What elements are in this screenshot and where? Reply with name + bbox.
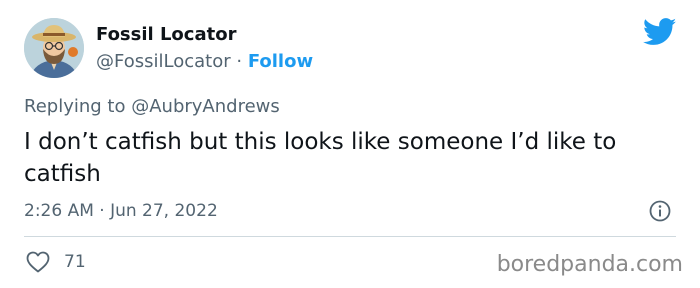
author-name[interactable]: Fossil Locator	[96, 24, 236, 45]
divider	[24, 236, 676, 237]
heart-icon[interactable]	[26, 251, 50, 273]
avatar[interactable]	[24, 18, 84, 78]
tweet-timestamp[interactable]: 2:26 AM · Jun 27, 2022	[24, 201, 218, 221]
twitter-bird-icon[interactable]	[643, 18, 677, 46]
info-icon[interactable]	[648, 199, 672, 223]
watermark: boredpanda.com	[496, 252, 683, 277]
author-handle[interactable]: @FossilLocator	[96, 51, 231, 72]
reply-mention-link[interactable]: @AubryAndrews	[131, 96, 280, 117]
replying-to: Replying to @AubryAndrews	[24, 96, 280, 117]
follow-button[interactable]: Follow	[248, 51, 313, 72]
separator-dot: ·	[236, 51, 243, 72]
author-handle-row: @FossilLocator · Follow	[96, 51, 313, 72]
tweet-text: I don’t catfish but this looks like some…	[24, 129, 617, 187]
replying-prefix: Replying to	[24, 96, 126, 117]
like-count: 71	[64, 252, 86, 272]
avatar-illustration	[24, 18, 84, 78]
